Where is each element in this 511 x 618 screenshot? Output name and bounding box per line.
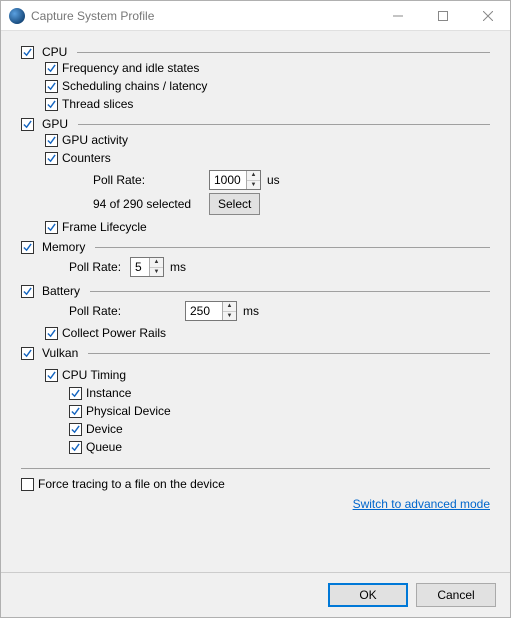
- checkbox-memory[interactable]: [21, 241, 34, 254]
- ok-button[interactable]: OK: [328, 583, 408, 607]
- spin-down-icon[interactable]: ▼: [150, 268, 163, 277]
- label-queue: Queue: [86, 439, 122, 455]
- label-frame-lifecycle: Frame Lifecycle: [62, 219, 147, 235]
- checkbox-queue[interactable]: [69, 441, 82, 454]
- spin-down-icon[interactable]: ▼: [223, 312, 236, 321]
- close-icon: [483, 11, 493, 21]
- spin-up-icon[interactable]: ▲: [223, 302, 236, 312]
- maximize-icon: [438, 11, 448, 21]
- label-gpu: GPU: [42, 117, 68, 131]
- spinner-battery-poll: ▲ ▼: [185, 301, 237, 321]
- section-vulkan: Vulkan CPU Timing Instance Physical Devi…: [21, 346, 490, 456]
- divider: [77, 52, 490, 53]
- label-cpu-threads: Thread slices: [62, 96, 133, 112]
- app-icon: [9, 8, 25, 24]
- spin-up-icon[interactable]: ▲: [247, 171, 260, 181]
- cancel-button[interactable]: Cancel: [416, 583, 496, 607]
- label-battery-poll-unit: ms: [243, 304, 259, 318]
- label-gpu-selected: 94 of 290 selected: [93, 197, 203, 211]
- input-gpu-poll[interactable]: [210, 171, 246, 189]
- window-title: Capture System Profile: [31, 9, 375, 23]
- label-memory: Memory: [42, 240, 85, 254]
- label-memory-poll-unit: ms: [170, 260, 186, 274]
- label-cpu-timing: CPU Timing: [62, 367, 126, 383]
- label-gpu-activity: GPU activity: [62, 132, 128, 148]
- label-gpu-poll-unit: us: [267, 173, 280, 187]
- section-memory: Memory Poll Rate: ▲ ▼ ms: [21, 240, 490, 280]
- checkbox-cpu-sched[interactable]: [45, 80, 58, 93]
- footer: OK Cancel: [1, 572, 510, 617]
- checkbox-cpu-timing[interactable]: [45, 369, 58, 382]
- section-gpu: GPU GPU activity Counters Poll Rate:: [21, 117, 490, 236]
- label-power-rails: Collect Power Rails: [62, 325, 166, 341]
- label-cpu-sched: Scheduling chains / latency: [62, 78, 207, 94]
- spinner-memory-poll: ▲ ▼: [130, 257, 164, 277]
- checkbox-battery[interactable]: [21, 285, 34, 298]
- checkbox-power-rails[interactable]: [45, 327, 58, 340]
- spinner-gpu-poll: ▲ ▼: [209, 170, 261, 190]
- minimize-icon: [393, 11, 403, 21]
- label-instance: Instance: [86, 385, 131, 401]
- label-cpu-freq: Frequency and idle states: [62, 60, 199, 76]
- divider: [88, 353, 490, 354]
- input-memory-poll[interactable]: [131, 258, 149, 276]
- checkbox-gpu[interactable]: [21, 118, 34, 131]
- checkbox-physical-device[interactable]: [69, 405, 82, 418]
- label-gpu-poll: Poll Rate:: [93, 173, 203, 187]
- label-battery-poll: Poll Rate:: [69, 304, 179, 318]
- dialog-window: Capture System Profile CPU Frequency and…: [0, 0, 511, 618]
- checkbox-cpu-freq[interactable]: [45, 62, 58, 75]
- spin-up-icon[interactable]: ▲: [150, 258, 163, 268]
- checkbox-force-trace[interactable]: [21, 478, 34, 491]
- label-gpu-counters: Counters: [62, 150, 111, 166]
- label-vulkan: Vulkan: [42, 346, 78, 360]
- divider: [90, 291, 490, 292]
- checkbox-frame-lifecycle[interactable]: [45, 221, 58, 234]
- label-battery: Battery: [42, 284, 80, 298]
- section-battery: Battery Poll Rate: ▲ ▼ ms Collect Power …: [21, 284, 490, 342]
- label-physical-device: Physical Device: [86, 403, 171, 419]
- minimize-button[interactable]: [375, 1, 420, 31]
- spin-down-icon[interactable]: ▼: [247, 181, 260, 190]
- section-cpu: CPU Frequency and idle states Scheduling…: [21, 45, 490, 113]
- label-memory-poll: Poll Rate:: [69, 260, 124, 274]
- close-button[interactable]: [465, 1, 510, 31]
- titlebar: Capture System Profile: [1, 1, 510, 31]
- content-area: CPU Frequency and idle states Scheduling…: [1, 31, 510, 572]
- link-advanced-mode[interactable]: Switch to advanced mode: [21, 497, 490, 511]
- select-counters-button[interactable]: Select: [209, 193, 260, 215]
- checkbox-device[interactable]: [69, 423, 82, 436]
- checkbox-gpu-counters[interactable]: [45, 152, 58, 165]
- input-battery-poll[interactable]: [186, 302, 222, 320]
- row-force-trace: Force tracing to a file on the device: [21, 475, 490, 493]
- checkbox-gpu-activity[interactable]: [45, 134, 58, 147]
- divider: [95, 247, 490, 248]
- label-force-trace: Force tracing to a file on the device: [38, 476, 225, 492]
- label-device: Device: [86, 421, 123, 437]
- checkbox-cpu[interactable]: [21, 46, 34, 59]
- checkbox-instance[interactable]: [69, 387, 82, 400]
- label-cpu: CPU: [42, 45, 67, 59]
- checkbox-cpu-threads[interactable]: [45, 98, 58, 111]
- maximize-button[interactable]: [420, 1, 465, 31]
- divider: [21, 468, 490, 469]
- divider: [78, 124, 490, 125]
- checkbox-vulkan[interactable]: [21, 347, 34, 360]
